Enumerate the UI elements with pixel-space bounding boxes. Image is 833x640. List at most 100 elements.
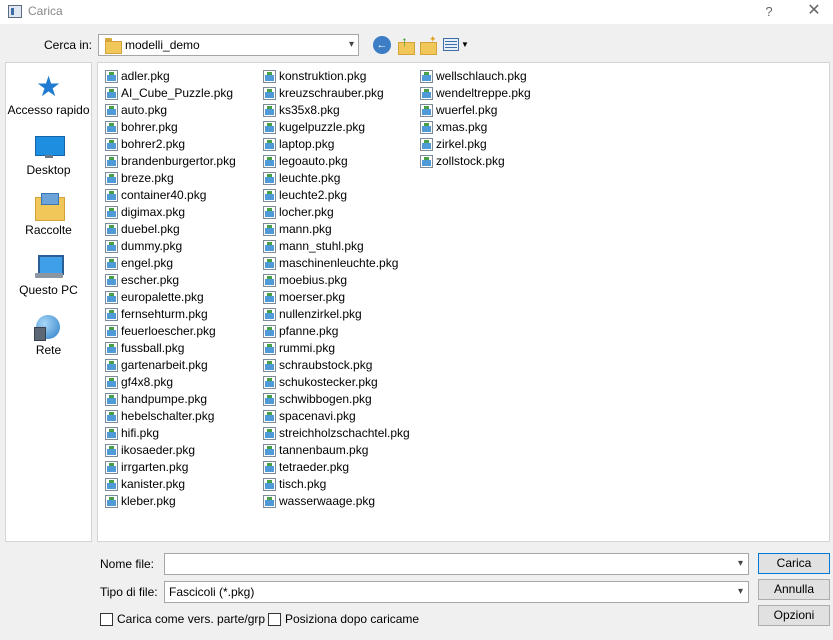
file-item[interactable]: digimax.pkg — [103, 204, 236, 221]
file-item[interactable]: bohrer.pkg — [103, 119, 236, 136]
file-item[interactable]: fernsehturm.pkg — [103, 306, 236, 323]
checkbox-box[interactable] — [100, 613, 113, 626]
file-item[interactable]: bohrer2.pkg — [103, 136, 236, 153]
file-item[interactable]: kanister.pkg — [103, 476, 236, 493]
sidebar-item-label: Rete — [35, 343, 62, 357]
file-item[interactable]: feuerloescher.pkg — [103, 323, 236, 340]
file-item[interactable]: handpumpe.pkg — [103, 391, 236, 408]
file-item[interactable]: hifi.pkg — [103, 425, 236, 442]
pkg-file-icon — [263, 223, 276, 236]
file-name: xmas.pkg — [436, 120, 488, 134]
file-item[interactable]: adler.pkg — [103, 68, 236, 85]
file-item[interactable]: wellschlauch.pkg — [418, 68, 531, 85]
sidebar-item-label: Questo PC — [19, 283, 78, 297]
file-item[interactable]: konstruktion.pkg — [261, 68, 410, 85]
file-item[interactable]: spacenavi.pkg — [261, 408, 410, 425]
file-name: fernsehturm.pkg — [121, 307, 208, 321]
file-name: zollstock.pkg — [436, 154, 505, 168]
load-button[interactable]: Carica — [758, 553, 830, 574]
file-item[interactable]: zollstock.pkg — [418, 153, 531, 170]
options-button[interactable]: Opzioni — [758, 605, 830, 626]
file-item[interactable]: tisch.pkg — [261, 476, 410, 493]
view-menu-icon[interactable]: ▼ — [443, 36, 469, 54]
file-item[interactable]: duebel.pkg — [103, 221, 236, 238]
file-item[interactable]: leuchte.pkg — [261, 170, 410, 187]
file-item[interactable]: wasserwaage.pkg — [261, 493, 410, 510]
filetype-dropdown[interactable]: Fascicoli (*.pkg) ▾ — [164, 581, 749, 603]
look-in-dropdown[interactable]: modelli_demo ▾ — [98, 34, 359, 56]
file-item[interactable]: breze.pkg — [103, 170, 236, 187]
file-item[interactable]: mann.pkg — [261, 221, 410, 238]
file-item[interactable]: rummi.pkg — [261, 340, 410, 357]
file-item[interactable]: kugelpuzzle.pkg — [261, 119, 410, 136]
file-item[interactable]: gartenarbeit.pkg — [103, 357, 236, 374]
file-item[interactable]: hebelschalter.pkg — [103, 408, 236, 425]
view-grid-icon — [443, 38, 459, 51]
file-item[interactable]: zirkel.pkg — [418, 136, 531, 153]
file-item[interactable]: streichholzschachtel.pkg — [261, 425, 410, 442]
file-item[interactable]: legoauto.pkg — [261, 153, 410, 170]
back-icon[interactable]: ← — [373, 36, 391, 54]
file-item[interactable]: container40.pkg — [103, 187, 236, 204]
file-name: wendeltreppe.pkg — [436, 86, 531, 100]
sidebar-item-network[interactable]: Rete — [6, 313, 91, 357]
file-item[interactable]: moerser.pkg — [261, 289, 410, 306]
file-item[interactable]: wendeltreppe.pkg — [418, 85, 531, 102]
filename-input[interactable]: ▾ — [164, 553, 749, 575]
file-item[interactable]: schraubstock.pkg — [261, 357, 410, 374]
file-item[interactable]: tetraeder.pkg — [261, 459, 410, 476]
file-item[interactable]: mann_stuhl.pkg — [261, 238, 410, 255]
file-item[interactable]: pfanne.pkg — [261, 323, 410, 340]
close-button[interactable]: ✕ — [795, 0, 833, 24]
help-button[interactable]: ? — [756, 0, 782, 24]
sidebar-item-libraries[interactable]: Raccolte — [6, 193, 91, 237]
file-item[interactable]: laptop.pkg — [261, 136, 410, 153]
file-item[interactable]: maschinenleuchte.pkg — [261, 255, 410, 272]
up-folder-icon[interactable] — [397, 33, 415, 55]
file-item[interactable]: auto.pkg — [103, 102, 236, 119]
cancel-button[interactable]: Annulla — [758, 579, 830, 600]
filename-label: Nome file: — [100, 557, 155, 571]
file-item[interactable]: kreuzschrauber.pkg — [261, 85, 410, 102]
file-item[interactable]: moebius.pkg — [261, 272, 410, 289]
pkg-file-icon — [105, 495, 118, 508]
pkg-file-icon — [263, 342, 276, 355]
file-item[interactable]: engel.pkg — [103, 255, 236, 272]
file-column: adler.pkg AI_Cube_Puzzle.pkg auto.pkg bohre… — [103, 68, 236, 510]
sidebar-item-quick-access[interactable]: ★ Accesso rapido — [6, 73, 91, 118]
file-item[interactable]: locher.pkg — [261, 204, 410, 221]
file-item[interactable]: wuerfel.pkg — [418, 102, 531, 119]
file-item[interactable]: escher.pkg — [103, 272, 236, 289]
place-after-loading-checkbox[interactable]: Posiziona dopo caricame — [268, 612, 420, 626]
file-item[interactable]: gf4x8.pkg — [103, 374, 236, 391]
file-name: breze.pkg — [121, 171, 174, 185]
file-item[interactable]: ikosaeder.pkg — [103, 442, 236, 459]
pkg-file-icon — [105, 342, 118, 355]
checkbox-box[interactable] — [268, 613, 281, 626]
file-item[interactable]: xmas.pkg — [418, 119, 531, 136]
file-name: container40.pkg — [121, 188, 207, 202]
file-item[interactable]: brandenburgertor.pkg — [103, 153, 236, 170]
sidebar-item-this-pc[interactable]: Questo PC — [6, 253, 91, 297]
file-item[interactable]: fussball.pkg — [103, 340, 236, 357]
file-item[interactable]: ks35x8.pkg — [261, 102, 410, 119]
file-item[interactable]: dummy.pkg — [103, 238, 236, 255]
file-list[interactable]: adler.pkg AI_Cube_Puzzle.pkg auto.pkg bohre… — [97, 62, 830, 542]
chevron-down-icon[interactable]: ▾ — [738, 558, 743, 569]
file-name: hifi.pkg — [121, 426, 160, 440]
file-item[interactable]: leuchte2.pkg — [261, 187, 410, 204]
file-item[interactable]: tannenbaum.pkg — [261, 442, 410, 459]
file-item[interactable]: europalette.pkg — [103, 289, 236, 306]
file-item[interactable]: AI_Cube_Puzzle.pkg — [103, 85, 236, 102]
sidebar-item-label: Accesso rapido — [7, 103, 90, 117]
file-item[interactable]: irrgarten.pkg — [103, 459, 236, 476]
file-item[interactable]: schukostecker.pkg — [261, 374, 410, 391]
file-name: spacenavi.pkg — [279, 409, 356, 423]
file-item[interactable]: nullenzirkel.pkg — [261, 306, 410, 323]
file-item[interactable]: kleber.pkg — [103, 493, 236, 510]
file-name: dummy.pkg — [121, 239, 183, 253]
pkg-file-icon — [420, 155, 433, 168]
new-folder-icon[interactable] — [419, 34, 437, 55]
file-item[interactable]: schwibbogen.pkg — [261, 391, 410, 408]
sidebar-item-desktop[interactable]: Desktop — [6, 133, 91, 177]
